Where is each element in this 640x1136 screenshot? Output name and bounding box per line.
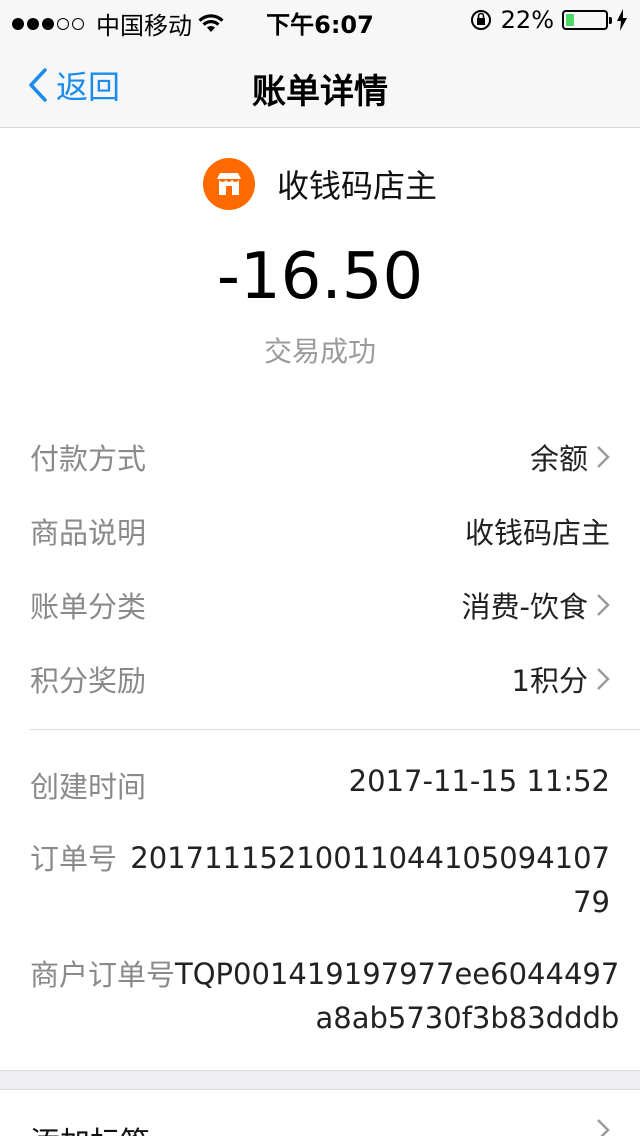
rotation-lock-icon — [470, 10, 491, 30]
nav-bar: 返回 账单详情 — [0, 40, 640, 128]
detail-value: 收钱码店主 — [464, 516, 610, 550]
info-label: 商户订单号 — [30, 958, 176, 992]
merchant-order-number: TQP001419197977ee6044497 a8ab5730f3b83dd… — [175, 952, 619, 1040]
chevron-right-icon — [597, 446, 610, 468]
chevron-right-icon — [597, 1119, 610, 1136]
merchant-header: 收钱码店主 — [0, 158, 640, 210]
order-number-line2: 79 — [573, 885, 610, 919]
detail-label: 付款方式 — [30, 442, 147, 476]
info-row-created-time: 创建时间 2017-11-15 11:52 — [30, 764, 610, 806]
info-label: 订单号 — [30, 842, 118, 876]
divider — [30, 729, 640, 730]
order-number: 20171115210011044105094107 79 — [130, 836, 610, 924]
charging-icon — [617, 9, 627, 31]
add-tag-row[interactable]: 添加标签 — [30, 1118, 610, 1136]
info-row-order-number: 订单号 20171115210011044105094107 79 — [30, 836, 610, 924]
section-separator — [0, 1070, 640, 1090]
info-value: 2017-11-15 11:52 — [348, 764, 610, 798]
battery-icon — [562, 10, 612, 30]
detail-row-category[interactable]: 账单分类 消费-饮食 — [30, 584, 610, 626]
detail-label: 账单分类 — [30, 590, 147, 624]
order-number-line1: 20171115210011044105094107 — [130, 841, 610, 875]
amount: -16.50 — [216, 240, 424, 314]
status-bar: 中国移动 下午6:07 22% — [0, 0, 640, 40]
info-label: 创建时间 — [30, 770, 147, 804]
info-row-merchant-order: 商户订单号 TQP001419197977ee6044497 a8ab5730f… — [30, 952, 619, 1040]
battery-percent: 22% — [500, 6, 554, 34]
chevron-right-icon — [597, 594, 610, 616]
detail-value: 余额 — [529, 442, 588, 476]
detail-row-product-desc: 商品说明 收钱码店主 — [30, 510, 610, 552]
shop-icon — [202, 158, 255, 210]
detail-value: 消费-饮食 — [461, 590, 588, 624]
detail-label: 积分奖励 — [30, 664, 147, 698]
merchant-order-line1: TQP001419197977ee6044497 — [175, 957, 620, 991]
detail-row-points[interactable]: 积分奖励 1积分 — [30, 658, 610, 700]
page-title: 账单详情 — [252, 72, 388, 112]
merchant-order-line2: a8ab5730f3b83dddb — [315, 1001, 620, 1035]
add-tag-label: 添加标签 — [30, 1118, 150, 1136]
battery-fill — [566, 14, 575, 26]
merchant-name: 收钱码店主 — [276, 167, 437, 205]
detail-row-payment-method[interactable]: 付款方式 余额 — [30, 436, 610, 478]
detail-value: 1积分 — [511, 664, 588, 698]
transaction-status: 交易成功 — [263, 335, 376, 368]
detail-label: 商品说明 — [30, 516, 147, 550]
chevron-right-icon — [597, 668, 610, 690]
status-right: 22% — [469, 6, 628, 34]
